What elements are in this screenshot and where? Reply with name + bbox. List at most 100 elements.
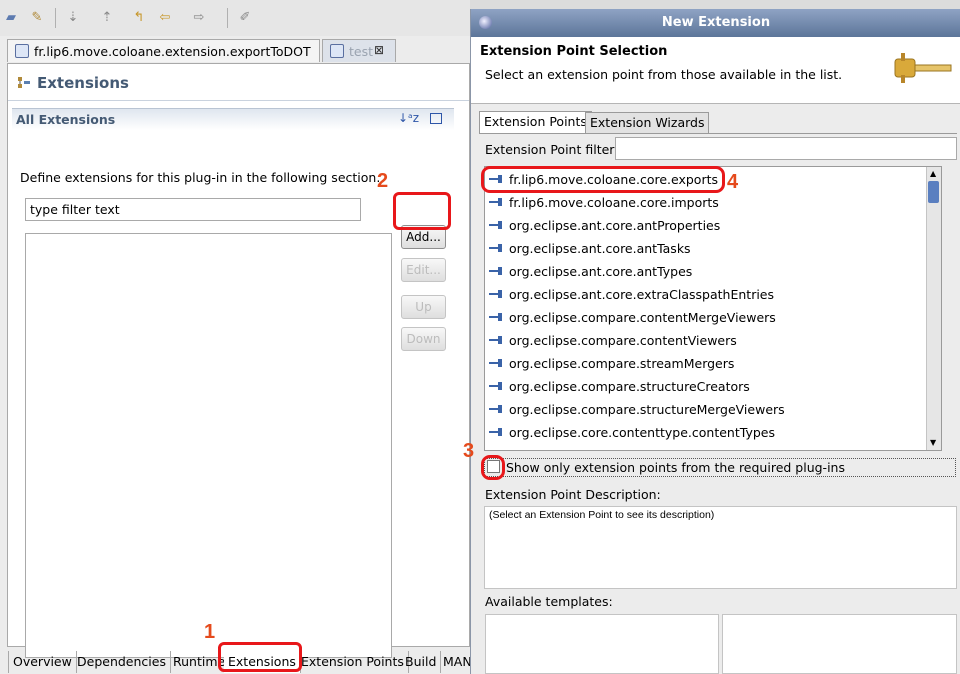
- section-title: All Extensions: [16, 112, 116, 127]
- extension-point-label: org.eclipse.compare.structureCreators: [509, 379, 750, 394]
- prev-annotation-icon[interactable]: ⇡: [98, 10, 116, 26]
- close-icon[interactable]: ⊠: [374, 43, 384, 57]
- tab-extension-points[interactable]: Extension Points: [479, 111, 592, 134]
- extension-point-item[interactable]: org.eclipse.core.contenttype.contentType…: [489, 423, 775, 443]
- extension-point-label: org.eclipse.compare.contentMergeViewers: [509, 310, 776, 325]
- plugin-editor: fr.lip6.move.coloane.extension.exportToD…: [0, 36, 472, 674]
- header-title: Extension Point Selection: [480, 44, 668, 59]
- extension-point-icon: [489, 400, 503, 413]
- plug-icon: [894, 53, 952, 83]
- dialog-header: Extension Point Selection Select an exte…: [471, 37, 960, 104]
- plugin-icon: [15, 44, 29, 58]
- pin-icon[interactable]: ✐: [236, 10, 254, 26]
- next-annotation-icon[interactable]: ⇣: [64, 10, 82, 26]
- extension-point-filter-input[interactable]: [615, 137, 957, 160]
- extension-point-label: fr.lip6.move.coloane.core.imports: [509, 195, 719, 210]
- page-title: Extensions: [37, 74, 129, 92]
- scroll-up-icon[interactable]: ▲: [930, 169, 936, 178]
- collapse-all-icon[interactable]: [430, 113, 442, 124]
- tab-test[interactable]: test ⊠: [322, 39, 396, 62]
- filter-label: Extension Point filter:: [485, 142, 619, 157]
- extension-point-item[interactable]: org.eclipse.ant.core.antTasks: [489, 239, 691, 259]
- extension-point-label: org.eclipse.compare.contentViewers: [509, 333, 737, 348]
- extension-point-icon: [489, 262, 503, 275]
- title-divider: [8, 100, 469, 101]
- description-text: (Select an Extension Point to see its de…: [489, 509, 715, 521]
- tab-extension-wizards[interactable]: Extension Wizards: [585, 112, 710, 134]
- extensions-icon: [18, 77, 30, 88]
- section-header[interactable]: All Extensions ↓ᵃz: [12, 108, 454, 130]
- extension-point-item[interactable]: org.eclipse.compare.streamMergers: [489, 354, 734, 374]
- tab-label: test: [349, 44, 374, 59]
- annotation-number-1: 1: [204, 621, 216, 643]
- description-box: (Select an Extension Point to see its de…: [484, 506, 957, 589]
- tab-dependencies[interactable]: Dependencies: [73, 651, 171, 673]
- extension-point-item[interactable]: org.eclipse.ant.core.antTypes: [489, 262, 692, 282]
- annotation-box-checkbox: [481, 455, 505, 480]
- extension-point-label: org.eclipse.compare.streamMergers: [509, 356, 735, 371]
- tab-extension-points[interactable]: Extension Points: [297, 651, 409, 673]
- dialog-title: New Extension: [661, 15, 771, 30]
- template-preview: [722, 614, 957, 674]
- description-label: Extension Point Description:: [485, 487, 661, 502]
- tab-exporttodot[interactable]: fr.lip6.move.coloane.extension.exportToD…: [7, 39, 320, 62]
- extension-point-icon: [489, 377, 503, 390]
- extension-point-icon: [489, 423, 503, 436]
- extension-point-item[interactable]: org.eclipse.compare.contentViewers: [489, 331, 737, 351]
- annotation-number-2: 2: [377, 170, 389, 192]
- build-icon[interactable]: ✎: [28, 10, 46, 26]
- extension-point-item[interactable]: org.eclipse.compare.structureCreators: [489, 377, 750, 397]
- extension-point-label: org.eclipse.core.contenttype.contentType…: [509, 425, 775, 440]
- edit-button[interactable]: Edit...: [401, 258, 446, 282]
- tab-divider: [479, 133, 957, 134]
- section-description: Define extensions for this plug-in in th…: [20, 170, 381, 185]
- dialog-titlebar[interactable]: New Extension: [471, 9, 960, 37]
- tab-build[interactable]: Build: [401, 651, 442, 673]
- scroll-thumb[interactable]: [928, 181, 939, 203]
- extension-point-item[interactable]: org.eclipse.compare.contentMergeViewers: [489, 308, 776, 328]
- annotation-box-extensions-tab: [218, 642, 302, 672]
- extension-point-list[interactable]: fr.lip6.move.coloane.core.exports fr.lip6…: [484, 166, 942, 451]
- extension-point-label: org.eclipse.ant.core.antTypes: [509, 264, 693, 279]
- annotation-number-4: 4: [727, 171, 739, 193]
- scroll-down-icon[interactable]: ▼: [930, 438, 936, 447]
- checkbox-label: Show only extension points from the requ…: [506, 460, 845, 475]
- down-button[interactable]: Down: [401, 327, 446, 351]
- tab-overview[interactable]: Overview: [8, 651, 77, 673]
- extension-point-icon: [489, 216, 503, 229]
- forward-icon[interactable]: ⇨: [190, 10, 208, 26]
- extension-point-icon: [489, 308, 503, 321]
- back-icon[interactable]: ⇦: [156, 10, 174, 26]
- header-description: Select an extension point from those ava…: [485, 67, 843, 82]
- extension-point-label: org.eclipse.ant.core.extraClasspathEntri…: [509, 287, 775, 302]
- open-icon[interactable]: ▰: [2, 10, 20, 26]
- annotation-box-add-button: [393, 192, 451, 230]
- required-plugins-checkbox-row[interactable]: Show only extension points from the requ…: [484, 458, 956, 477]
- extension-point-icon: [489, 285, 503, 298]
- toolbar-separator: [227, 8, 228, 28]
- extension-point-label: org.eclipse.compare.structureMergeViewer…: [509, 402, 785, 417]
- extension-point-item[interactable]: fr.lip6.move.coloane.core.imports: [489, 193, 719, 213]
- extension-point-item[interactable]: org.eclipse.ant.core.extraClasspathEntri…: [489, 285, 774, 305]
- extension-point-label: org.eclipse.ant.core.antProperties: [509, 218, 721, 233]
- new-extension-dialog: New Extension Extension Point Selection …: [470, 9, 960, 674]
- plugin-icon: [330, 44, 344, 58]
- extensions-page: Extensions All Extensions ↓ᵃz Define ext…: [7, 63, 470, 658]
- toolbar-separator: [55, 8, 56, 28]
- extensions-tree[interactable]: [25, 233, 392, 658]
- extension-point-icon: [489, 331, 503, 344]
- templates-label: Available templates:: [485, 594, 613, 609]
- extension-point-item[interactable]: org.eclipse.ant.core.antProperties: [489, 216, 720, 236]
- extension-point-item[interactable]: org.eclipse.compare.structureMergeViewer…: [489, 400, 785, 420]
- extensions-filter-input[interactable]: [25, 198, 361, 221]
- extension-point-label: org.eclipse.ant.core.antTasks: [509, 241, 691, 256]
- extension-point-icon: [489, 354, 503, 367]
- sort-icon[interactable]: ↓ᵃz: [398, 111, 419, 125]
- last-edit-icon[interactable]: ↰: [130, 10, 148, 26]
- main-toolbar: ▰ ✎ ⇣ ⇡ ↰ ⇦ ⇨ ✐: [0, 0, 470, 36]
- annotation-number-3: 3: [463, 440, 475, 462]
- templates-list[interactable]: [485, 614, 719, 674]
- list-scrollbar[interactable]: ▲ ▼: [926, 167, 941, 450]
- up-button[interactable]: Up: [401, 295, 446, 319]
- annotation-box-exports: [481, 166, 725, 193]
